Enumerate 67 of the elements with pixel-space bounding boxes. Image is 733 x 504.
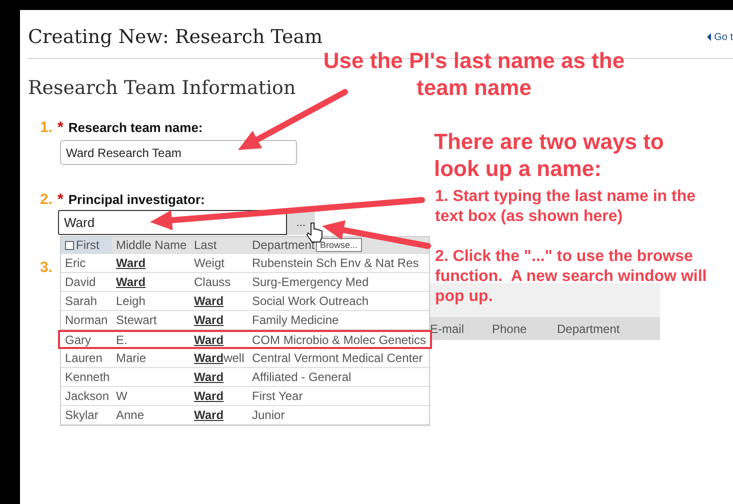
table-cell-text: David [64, 275, 97, 289]
table-cell-text: Central Vermont Medical Center [251, 351, 424, 365]
table-cell-text: Jackson [64, 389, 110, 403]
table-cell-text: Norman [64, 313, 109, 327]
table-cell-text: Lauren [64, 351, 104, 365]
result-row[interactable]: Jackson W Ward First Year [61, 387, 429, 406]
table-cell-text: Ward [193, 332, 225, 346]
back-link[interactable]: Go t [707, 32, 733, 42]
table-cell-text: Ward [115, 275, 147, 289]
table-cell-text: First Year [251, 389, 304, 403]
table-cell-text: E. [115, 332, 128, 346]
table-cell-text: Gary [64, 332, 92, 346]
field-label: Research team name: [68, 120, 203, 136]
table-cell-text: Junior [251, 408, 286, 422]
table-cell-text: Stewart [115, 313, 158, 327]
table-cell-text: COM Microbio & Molec Genetics [251, 332, 428, 346]
annotation-text: There are two ways to look up a name: [434, 128, 665, 182]
tooltip: Browse... [316, 238, 362, 252]
required-mark: * [58, 192, 64, 208]
step-number: 2. [40, 192, 53, 208]
table-cell-text: Family Medicine [251, 313, 340, 327]
table-cell-text: Ward [115, 256, 147, 270]
table-cell-text: Wardwell [193, 351, 246, 365]
table-cell-text: Surg-Emergency Med [251, 275, 370, 289]
column-header: Department [557, 322, 619, 336]
table-cell-text: Ward [193, 313, 225, 327]
required-mark: * [58, 120, 64, 136]
table-cell-text: Eric [64, 256, 87, 270]
table-cell-text: Weigt [193, 256, 226, 270]
annotation-text: 1. Start typing the last name in the text box (as shown here) [435, 187, 696, 227]
table-cell-text: Kenneth [64, 370, 111, 384]
column-header: Phone [492, 322, 528, 336]
table-cell-text: Anne [115, 408, 146, 422]
table-cell-text: Ward [193, 294, 225, 308]
column-header: Middle Name [115, 238, 188, 252]
column-header: E-mail [430, 322, 466, 336]
table-cell-text: Marie [115, 351, 148, 365]
table-cell-text: Ward [193, 408, 225, 422]
table-cell-text: W [115, 389, 128, 403]
result-row[interactable]: Sarah Leigh Ward Social Work Outreach [61, 292, 429, 311]
table-cell-text: Ward [193, 370, 225, 384]
result-row[interactable]: Kenneth Ward Affiliated - General [61, 368, 429, 387]
step-number: 1. [40, 120, 53, 136]
table-cell-text: Clauss [193, 275, 232, 289]
column-header: First [61, 236, 112, 254]
input-field[interactable]: Ward Research Team [60, 140, 297, 165]
table-cell-text: Sarah [64, 294, 98, 308]
table-cell-text: Social Work Outreach [251, 294, 370, 308]
result-row[interactable]: David Ward Clauss Surg-Emergency Med [61, 273, 429, 292]
table-cell-text: Leigh [115, 294, 146, 308]
page-title: Creating New: Research Team [28, 25, 323, 50]
annotation-text: Use the PI's last name as the team name [322, 47, 626, 101]
step-number: 3. [40, 260, 53, 276]
table-cell-text: Ward [193, 389, 225, 403]
result-row[interactable]: Eric Ward Weigt Rubenstein Sch Env & Nat Res [61, 254, 429, 273]
result-row[interactable]: Skylar Anne Ward Junior [61, 406, 429, 425]
section-title: Research Team Information [28, 76, 296, 101]
result-row[interactable]: Lauren Marie Wardwell Central Vermont Medical Center [61, 349, 429, 368]
table-cell-text: Skylar [64, 408, 100, 422]
collapse-icon[interactable] [65, 240, 74, 250]
table-cell-text: Affiliated - General [251, 370, 352, 384]
field-label: Principal investigator: [68, 192, 205, 208]
column-header: Department [251, 238, 315, 252]
annotation-text: 2. Click the "..." to use the browse function. A new search window will pop up. [435, 247, 708, 307]
table-cell-text: Rubenstein Sch Env & Nat Res [251, 256, 420, 270]
column-header: Last [193, 238, 218, 252]
result-row[interactable]: Gary E. Ward COM Microbio & Molec Genetics [58, 330, 432, 349]
